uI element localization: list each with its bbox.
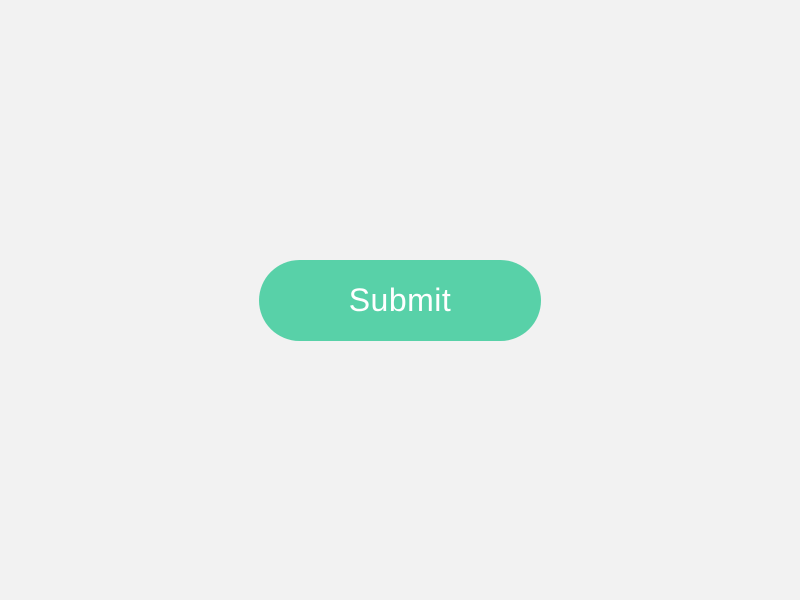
submit-button[interactable]: Submit — [259, 260, 542, 341]
